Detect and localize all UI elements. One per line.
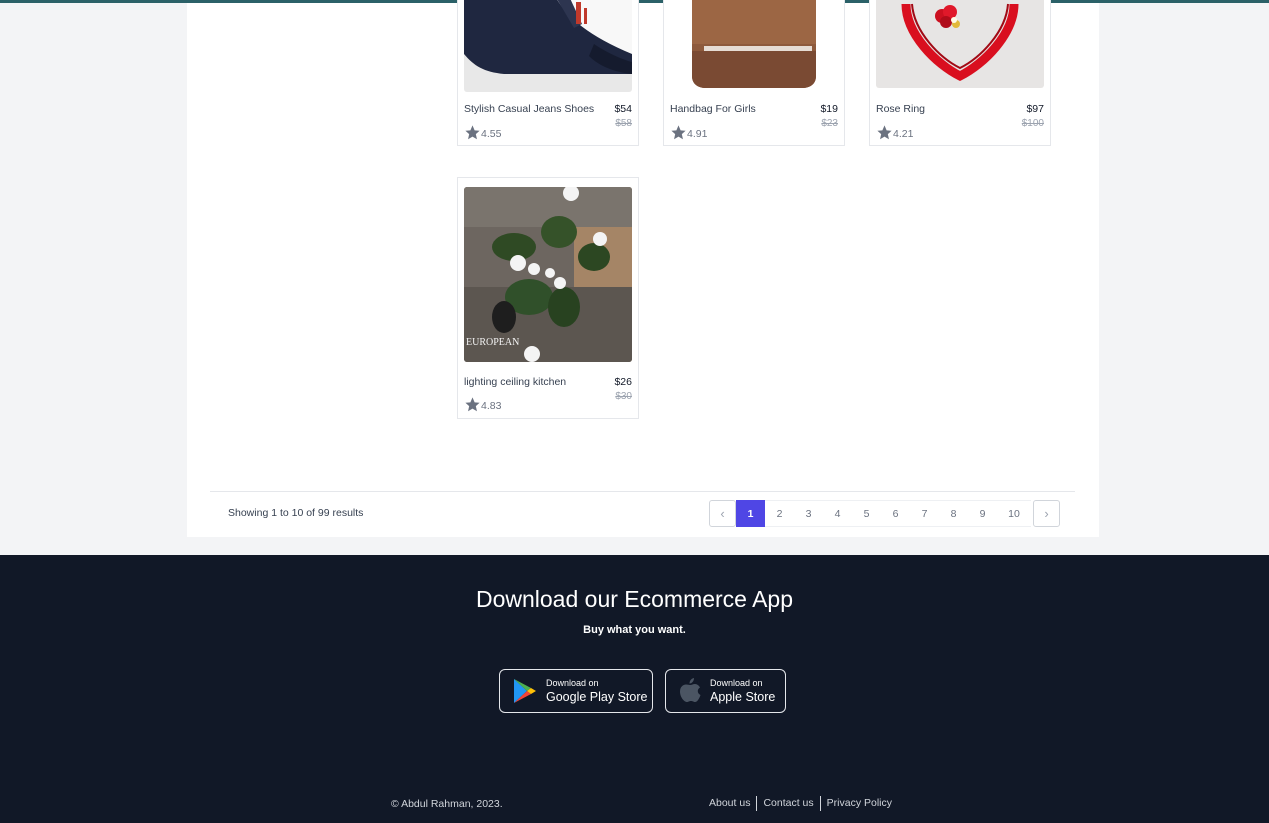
product-image[interactable] [670,0,838,92]
product-name[interactable]: Handbag For Girls [670,103,756,115]
product-old-price: $58 [615,118,632,129]
product-old-price: $30 [615,391,632,402]
page-1[interactable]: 1 [736,500,765,527]
rating-value: 4.21 [893,128,914,140]
footer-links: About us Contact us Privacy Policy [709,796,898,811]
product-card-rose-ring[interactable]: Rose Ring $97 $100 4.21 [869,0,1051,146]
product-card-shoes[interactable]: Stylish Casual Jeans Shoes $54 $58 4.55 [457,0,639,146]
star-icon [876,124,893,144]
google-big-label: Google Play Store [546,690,648,704]
product-name[interactable]: Rose Ring [876,103,925,115]
product-old-price: $100 [1021,118,1044,129]
star-icon [464,124,481,144]
product-panel: Stylish Casual Jeans Shoes $54 $58 4.55 … [187,0,1099,537]
google-play-icon [514,679,536,703]
google-play-button[interactable]: Download on Google Play Store [499,669,653,713]
rating-value: 4.91 [687,128,708,140]
apple-big-label: Apple Store [710,690,776,704]
product-card-lighting[interactable]: EUROPEAN lighting ceiling kitchen $26 $3… [457,177,639,419]
star-icon [670,124,687,144]
page-9[interactable]: 9 [968,500,997,527]
image-overlay-text: EUROPEAN [466,337,519,348]
product-name[interactable]: lighting ceiling kitchen [464,376,566,388]
product-image[interactable]: EUROPEAN [464,187,632,362]
product-price: $97 [1026,103,1044,115]
product-rating: 4.83 [464,396,501,416]
results-summary: Showing 1 to 10 of 99 results [228,507,364,519]
google-small-label: Download on [546,678,599,688]
product-rating: 4.91 [670,124,707,144]
product-image[interactable] [464,0,632,92]
product-name[interactable]: Stylish Casual Jeans Shoes [464,103,594,115]
about-us-link[interactable]: About us [709,796,756,811]
page-8[interactable]: 8 [939,500,968,527]
footer: Download our Ecommerce App Buy what you … [0,555,1269,823]
contact-us-link[interactable]: Contact us [756,796,819,811]
product-price: $54 [614,103,632,115]
product-price: $19 [820,103,838,115]
product-card-handbag[interactable]: Handbag For Girls $19 $23 4.91 [663,0,845,146]
page-10[interactable]: 10 [997,500,1031,527]
star-icon [464,396,481,416]
page-2[interactable]: 2 [765,500,794,527]
apple-icon [680,678,701,702]
footer-subtitle: Buy what you want. [583,624,686,636]
apple-store-button[interactable]: Download on Apple Store [665,669,786,713]
product-price: $26 [614,376,632,388]
page-5[interactable]: 5 [852,500,881,527]
page-4[interactable]: 4 [823,500,852,527]
rating-value: 4.83 [481,400,502,412]
product-rating: 4.55 [464,124,501,144]
chevron-left-icon[interactable]: ‹ [709,500,736,527]
pagination-divider [210,491,1075,492]
footer-title: Download our Ecommerce App [475,586,794,612]
rating-value: 4.55 [481,128,502,140]
copyright: © Abdul Rahman, 2023. [391,798,503,810]
apple-small-label: Download on [710,678,763,688]
page-7[interactable]: 7 [910,500,939,527]
page-3[interactable]: 3 [794,500,823,527]
product-rating: 4.21 [876,124,913,144]
privacy-policy-link[interactable]: Privacy Policy [819,796,898,811]
pagination: ‹ 1 2 3 4 5 6 7 8 9 10 › [709,500,1060,527]
product-old-price: $23 [821,118,838,129]
page-6[interactable]: 6 [881,500,910,527]
chevron-right-icon[interactable]: › [1033,500,1060,527]
product-image[interactable] [876,0,1044,88]
